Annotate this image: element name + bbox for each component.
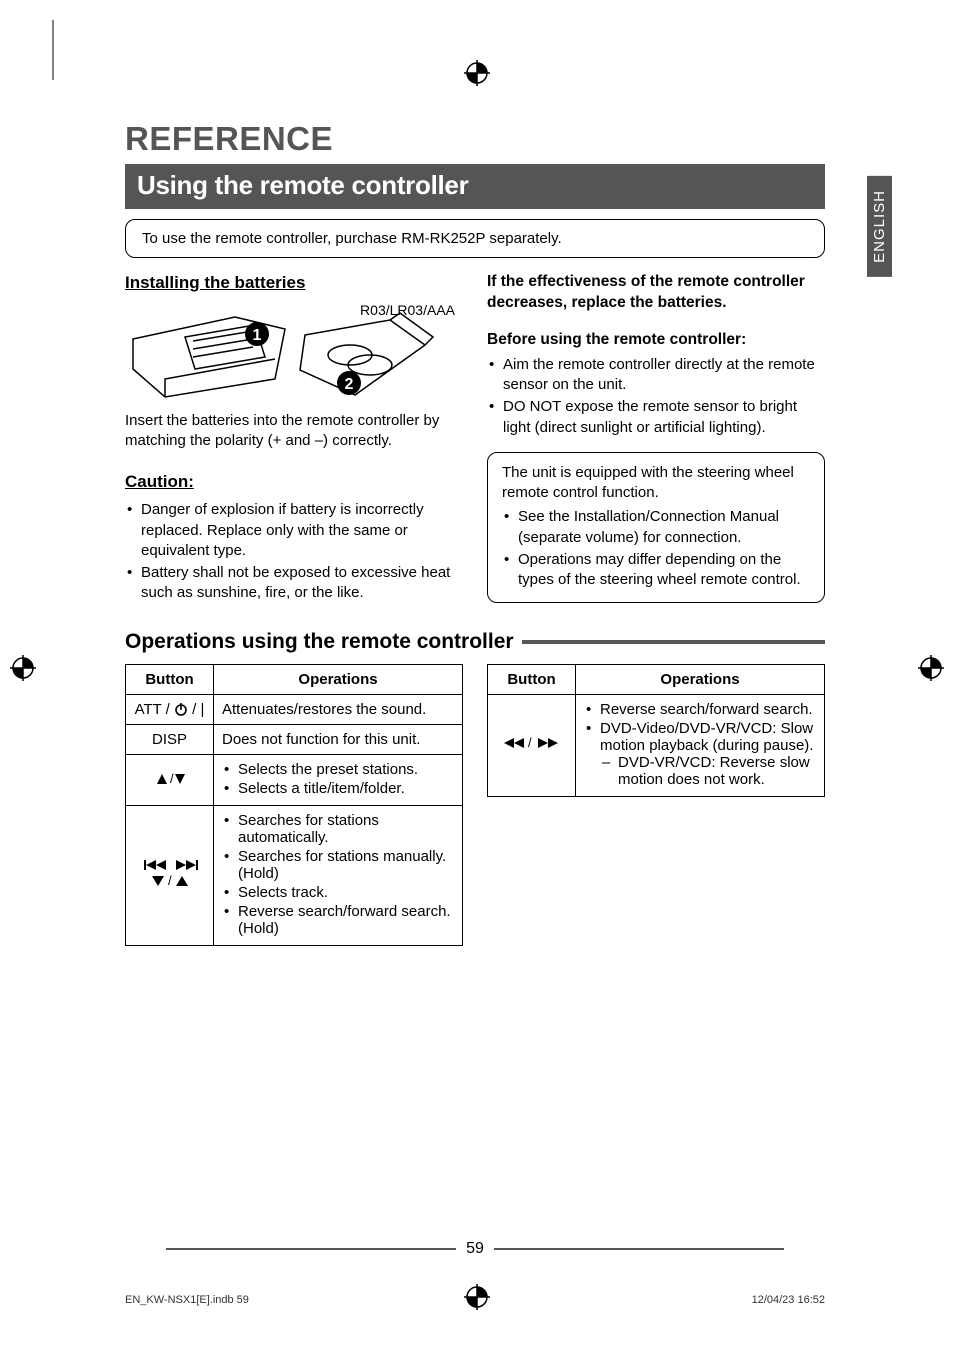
caution-list: Danger of explosion if battery is incorr… bbox=[125, 500, 463, 603]
purchase-notice: To use the remote controller, purchase R… bbox=[125, 219, 825, 258]
insert-batteries-text: Insert the batteries into the remote con… bbox=[125, 411, 463, 452]
svg-text:1: 1 bbox=[253, 327, 262, 344]
list-item: Danger of explosion if battery is incorr… bbox=[125, 500, 463, 561]
operation-text: Does not function for this unit. bbox=[214, 724, 463, 754]
list-item: Searches for stations automatically. bbox=[222, 812, 454, 846]
steering-wheel-note: The unit is equipped with the steering w… bbox=[487, 452, 825, 604]
table-header-button: Button bbox=[488, 664, 576, 694]
list-item: DVD-Video/DVD-VR/VCD: Slow motion playba… bbox=[584, 720, 816, 788]
note-intro: The unit is equipped with the steering w… bbox=[502, 463, 810, 504]
chapter-title: REFERENCE bbox=[125, 120, 825, 158]
effectiveness-note: If the effectiveness of the remote contr… bbox=[487, 272, 825, 314]
registration-mark-icon bbox=[918, 655, 944, 681]
section-title: Using the remote controller bbox=[125, 164, 825, 209]
battery-diagram-svg: 1 2 bbox=[125, 309, 435, 401]
footer: EN_KW-NSX1[E].indb 59 12/04/23 16:52 bbox=[125, 1294, 825, 1306]
list-item: DVD-VR/VCD: Reverse slow motion does not… bbox=[600, 754, 816, 788]
operations-table-left: Button Operations ATT / / | Attenuates/r… bbox=[125, 664, 463, 946]
installing-batteries-heading: Installing the batteries bbox=[125, 272, 463, 295]
operation-text: Attenuates/restores the sound. bbox=[214, 694, 463, 724]
registration-mark-icon bbox=[10, 655, 36, 681]
caution-heading: Caution: bbox=[125, 471, 463, 494]
operations-table-right: Button Operations / bbox=[487, 664, 825, 797]
registration-mark-icon bbox=[464, 60, 490, 86]
footer-timestamp: 12/04/23 16:52 bbox=[752, 1294, 825, 1306]
footer-filename: EN_KW-NSX1[E].indb 59 bbox=[125, 1294, 249, 1306]
button-label: DISP bbox=[126, 724, 214, 754]
before-using-heading: Before using the remote controller: bbox=[487, 330, 825, 351]
table-header-button: Button bbox=[126, 664, 214, 694]
list-item: Aim the remote controller directly at th… bbox=[487, 355, 825, 396]
operations-heading: Operations using the remote controller bbox=[125, 630, 825, 654]
power-icon bbox=[174, 702, 188, 716]
list-item: Searches for stations manually. (Hold) bbox=[222, 848, 454, 882]
page-number-text: 59 bbox=[466, 1240, 484, 1258]
rewind-fastforward-icon: / bbox=[500, 735, 564, 751]
crop-mark bbox=[38, 20, 68, 90]
list-item-text: DVD-Video/DVD-VR/VCD: Slow motion playba… bbox=[600, 720, 813, 754]
svg-text:/: / bbox=[168, 873, 172, 888]
prev-next-down-up-icon: / bbox=[138, 856, 202, 890]
before-using-list: Aim the remote controller directly at th… bbox=[487, 355, 825, 438]
up-down-icon: / bbox=[145, 770, 195, 786]
battery-diagram: R03/LR03/AAA 1 bbox=[125, 301, 463, 401]
list-item: Operations may differ depending on the t… bbox=[502, 550, 810, 591]
table-header-operations: Operations bbox=[214, 664, 463, 694]
list-item: See the Installation/Connection Manual (… bbox=[502, 507, 810, 548]
table-row: / Selects the preset stations. Selects a… bbox=[126, 754, 463, 805]
list-item: Selects the preset stations. bbox=[222, 761, 454, 778]
svg-text:/: / bbox=[528, 735, 532, 750]
table-row: / Reverse search/forward search. DVD-Vid… bbox=[488, 694, 825, 796]
button-label: ATT / bbox=[135, 701, 174, 718]
table-header-operations: Operations bbox=[576, 664, 825, 694]
language-tab: ENGLISH bbox=[867, 176, 892, 277]
table-row: DISP Does not function for this unit. bbox=[126, 724, 463, 754]
list-item: Selects a title/item/folder. bbox=[222, 780, 454, 797]
svg-text:/: / bbox=[170, 771, 174, 786]
page-number: 59 bbox=[125, 1240, 825, 1258]
list-item: Reverse search/forward search. bbox=[584, 701, 816, 718]
list-item: Selects track. bbox=[222, 884, 454, 901]
svg-text:2: 2 bbox=[345, 376, 354, 393]
table-row: ATT / / | Attenuates/restores the sound. bbox=[126, 694, 463, 724]
table-row: / Searches for stations automatically. S… bbox=[126, 805, 463, 945]
list-item: DO NOT expose the remote sensor to brigh… bbox=[487, 397, 825, 438]
button-label-suffix: / | bbox=[188, 701, 204, 718]
operations-heading-text: Operations using the remote controller bbox=[125, 630, 514, 654]
list-item: Battery shall not be exposed to excessiv… bbox=[125, 563, 463, 604]
list-item: Reverse search/forward search. (Hold) bbox=[222, 903, 454, 937]
